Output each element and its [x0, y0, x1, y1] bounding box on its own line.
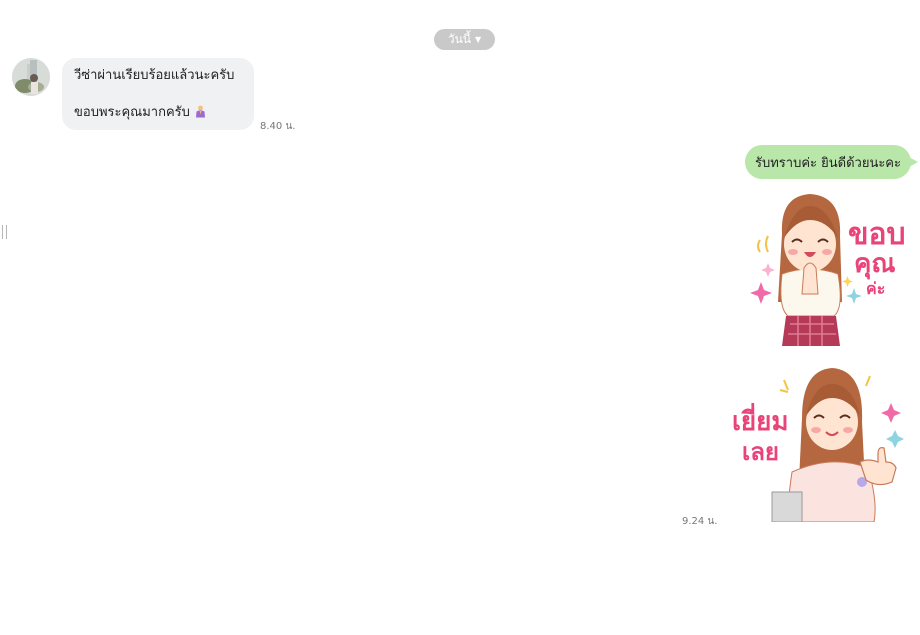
incoming-message-bubble[interactable]: วีซ่าผ่านเรียบร้อยแล้วนะครับ ขอบพระคุณมา…	[62, 58, 254, 130]
sticker-text: คุณ	[854, 249, 896, 280]
resize-handle[interactable]	[2, 225, 7, 239]
message-text: ขอบพระคุณมากครับ	[74, 105, 190, 120]
sticker-text: ค่ะ	[866, 279, 885, 298]
sticker-text: ขอบ	[848, 217, 906, 252]
chevron-down-icon: ▼	[475, 35, 482, 44]
message-text-line: วีซ่าผ่านเรียบร้อยแล้วนะครับ	[74, 68, 235, 83]
message-timestamp: 8.40 น.	[260, 121, 296, 132]
sticker-text: เยี่ยม	[732, 402, 789, 437]
avatar[interactable]	[12, 58, 50, 96]
message-timestamp: 9.24 น.	[682, 516, 718, 527]
date-label: วันนี้	[447, 32, 471, 46]
outgoing-message-bubble[interactable]: รับทราบค่ะ ยินดีด้วยนะคะ	[745, 145, 918, 179]
thank-you-girl-sticker-icon[interactable]: ขอบ คุณ ค่ะ	[748, 190, 916, 350]
sticker-text: เลย	[742, 438, 779, 466]
message-text-line: ขอบพระคุณมากครับ	[74, 105, 207, 119]
message-text: รับทราบค่ะ ยินดีด้วยนะคะ	[754, 155, 901, 171]
folded-hands-person-emoji-icon	[194, 105, 207, 118]
excellent-thumbs-up-girl-sticker-icon[interactable]: เยี่ยม เลย	[728, 362, 920, 523]
date-divider[interactable]: วันนี้ ▼	[434, 29, 495, 50]
